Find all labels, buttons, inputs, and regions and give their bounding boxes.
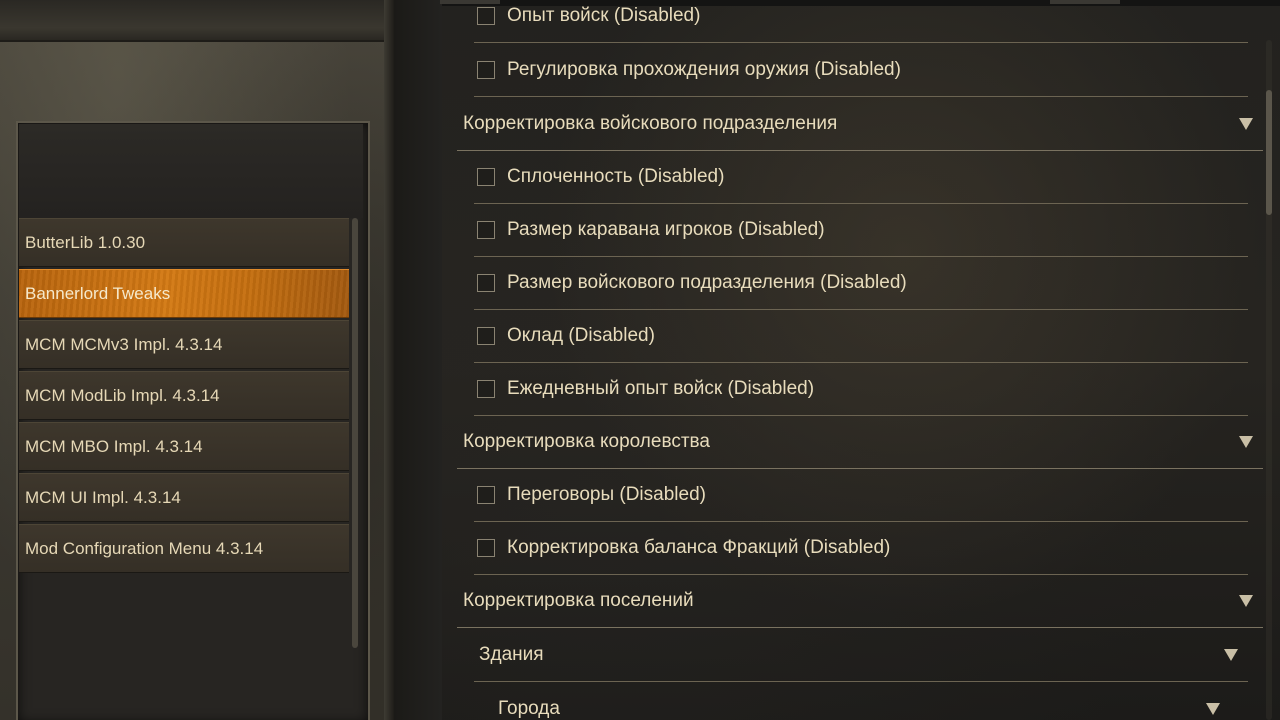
mod-item-label: MCM MCMv3 Impl. 4.3.14 (25, 334, 223, 354)
option-caravan-size[interactable]: Размер каравана игроков (Disabled) (474, 204, 1248, 257)
option-troop-xp[interactable]: Опыт войск (Disabled) (474, 0, 1248, 43)
option-wages[interactable]: Оклад (Disabled) (474, 310, 1248, 363)
checkbox[interactable] (477, 327, 495, 345)
subgroup-title: Здания (479, 644, 544, 665)
group-title: Корректировка войскового подразделения (463, 113, 838, 134)
checkbox[interactable] (477, 7, 495, 25)
mod-item-mcm-ui[interactable]: MCM UI Impl. 4.3.14 (19, 473, 349, 522)
group-settlement-tweaks[interactable]: Корректировка поселений (457, 575, 1263, 628)
checkbox[interactable] (477, 380, 495, 398)
mod-list-scrollbar[interactable] (352, 218, 358, 648)
option-label: Корректировка баланса Фракций (Disabled) (507, 537, 891, 558)
group-title: Корректировка поселений (463, 590, 694, 611)
group-title: Корректировка королевства (463, 431, 710, 452)
mod-item-mcm-modlib[interactable]: MCM ModLib Impl. 4.3.14 (19, 371, 349, 420)
subgroup-title: Города (498, 697, 560, 719)
mod-list: ButterLib 1.0.30 Bannerlord Tweaks MCM M… (19, 218, 349, 575)
group-party-tweaks[interactable]: Корректировка войскового подразделения (457, 98, 1263, 151)
panel-divider (394, 0, 442, 720)
option-diplomacy[interactable]: Переговоры (Disabled) (474, 469, 1248, 522)
chevron-down-icon (1239, 595, 1253, 607)
checkbox[interactable] (477, 221, 495, 239)
chevron-down-icon (1239, 436, 1253, 448)
chevron-down-icon (1206, 702, 1220, 715)
mod-item-label: MCM UI Impl. 4.3.14 (25, 487, 181, 507)
mod-list-header (19, 124, 363, 218)
checkbox[interactable] (477, 539, 495, 557)
mod-item-label: ButterLib 1.0.30 (25, 232, 146, 252)
option-label: Опыт войск (Disabled) (507, 5, 701, 26)
mod-item-label: MCM ModLib Impl. 4.3.14 (25, 385, 220, 405)
checkbox[interactable] (477, 274, 495, 292)
settings-scrollbar-thumb[interactable] (1266, 90, 1272, 215)
group-kingdom-tweaks[interactable]: Корректировка королевства (457, 416, 1263, 469)
chevron-down-icon (1239, 118, 1253, 130)
option-label: Ежедневный опыт войск (Disabled) (507, 378, 815, 399)
mod-item-label: MCM MBO Impl. 4.3.14 (25, 436, 203, 456)
mod-item-mcm-mcmv3[interactable]: MCM MCMv3 Impl. 4.3.14 (19, 320, 349, 369)
option-label: Сплоченность (Disabled) (507, 166, 725, 187)
option-weapon-cut-through[interactable]: Регулировка прохождения оружия (Disabled… (474, 44, 1248, 97)
option-faction-balance[interactable]: Корректировка баланса Фракций (Disabled) (474, 522, 1248, 575)
mod-item-label: Mod Configuration Menu 4.3.14 (25, 538, 264, 558)
subgroup-buildings[interactable]: Здания (474, 629, 1248, 682)
option-label: Размер каравана игроков (Disabled) (507, 219, 825, 240)
mod-item-butterlib[interactable]: ButterLib 1.0.30 (19, 218, 349, 267)
option-label: Размер войскового подразделения (Disable… (507, 272, 907, 293)
subgroup-towns[interactable]: Города (490, 682, 1230, 720)
mod-item-mcm-mbo[interactable]: MCM MBO Impl. 4.3.14 (19, 422, 349, 471)
option-party-size[interactable]: Размер войскового подразделения (Disable… (474, 257, 1248, 310)
mod-item-bannerlord-tweaks[interactable]: Bannerlord Tweaks (19, 269, 349, 318)
checkbox[interactable] (477, 61, 495, 79)
left-panel-top-ledge (0, 0, 392, 42)
left-panel-edge (384, 0, 394, 720)
chevron-down-icon (1224, 649, 1238, 661)
option-cohesion[interactable]: Сплоченность (Disabled) (474, 151, 1248, 204)
option-daily-xp[interactable]: Ежедневный опыт войск (Disabled) (474, 363, 1248, 416)
mod-item-mod-configuration-menu[interactable]: Mod Configuration Menu 4.3.14 (19, 524, 349, 573)
option-label: Оклад (Disabled) (507, 325, 655, 346)
checkbox[interactable] (477, 168, 495, 186)
option-label: Переговоры (Disabled) (507, 484, 706, 505)
option-label: Регулировка прохождения оружия (Disabled… (507, 59, 901, 80)
mod-item-label: Bannerlord Tweaks (25, 283, 171, 303)
checkbox[interactable] (477, 486, 495, 504)
